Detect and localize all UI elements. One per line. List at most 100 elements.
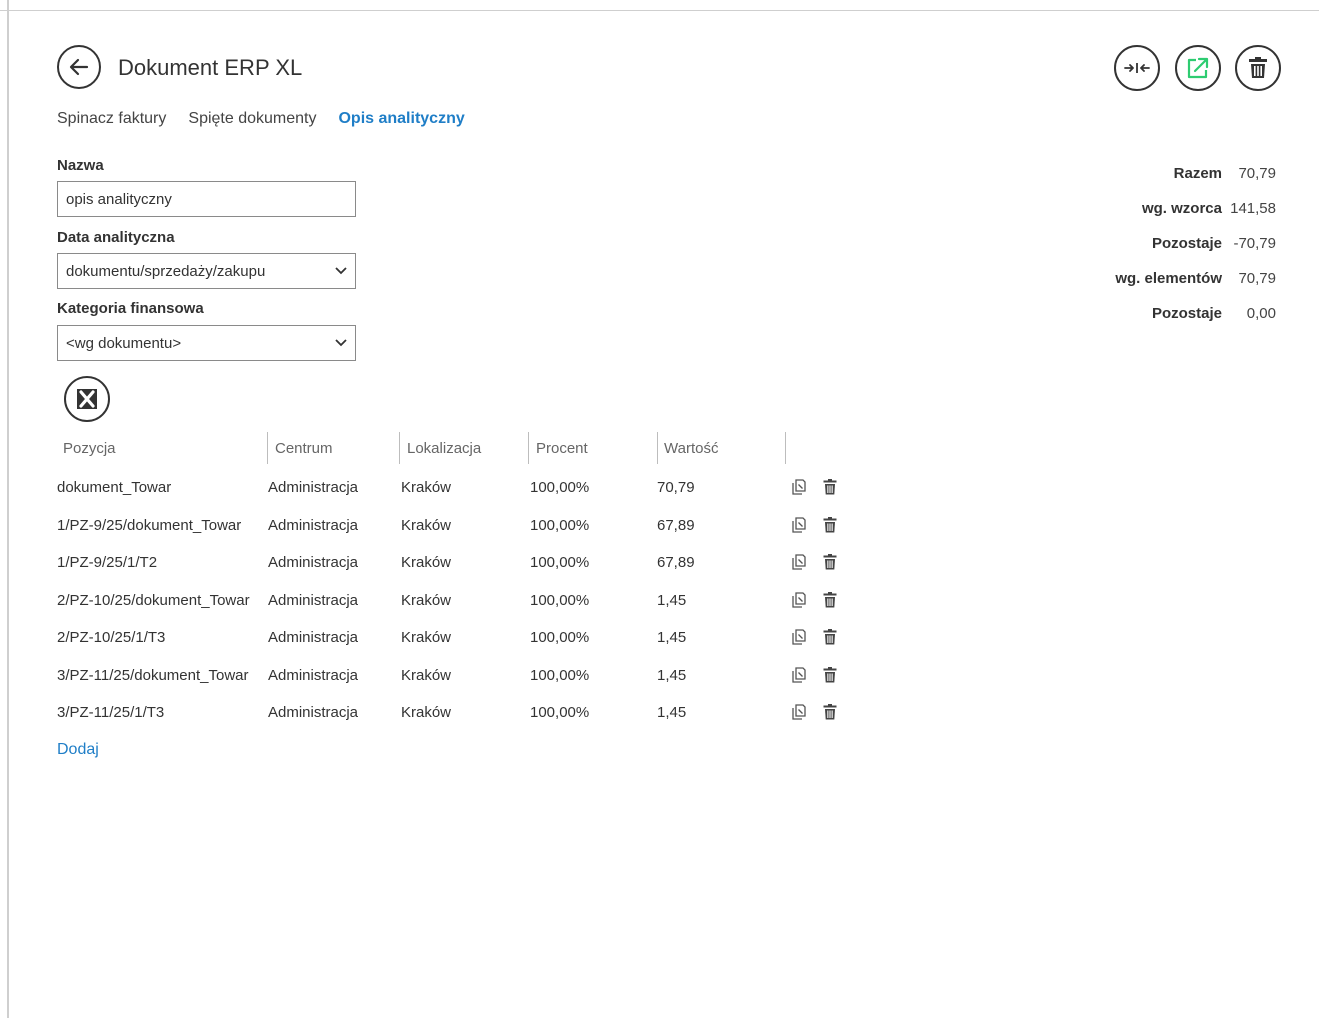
- add-link[interactable]: Dodaj: [57, 741, 99, 759]
- data-analityczna-label: Data analityczna: [57, 229, 175, 246]
- cell-lokalizacja: Kraków: [401, 554, 452, 571]
- trash-icon[interactable]: [823, 629, 839, 645]
- cell-centrum: Administracja: [268, 591, 359, 609]
- excel-export-button[interactable]: [64, 376, 110, 422]
- cell-lokalizacja: Kraków: [401, 704, 452, 721]
- cell-lokalizacja: Kraków: [401, 516, 452, 534]
- summary-label: wg. wzorca: [1141, 200, 1222, 217]
- cell-lokalizacja: Kraków: [401, 629, 452, 646]
- column-header-procent[interactable]: Procent: [536, 432, 588, 464]
- cell-wartosc: 1,45: [657, 666, 687, 684]
- tab-opis-analityczny[interactable]: Opis analityczny: [338, 110, 464, 128]
- window-top-border: [0, 0, 1319, 11]
- kategoria-finansowa-select[interactable]: <wg dokumentu>: [57, 325, 356, 361]
- trash-icon[interactable]: [823, 591, 839, 608]
- cell-pozycja: dokument_Towar: [57, 479, 172, 496]
- trash-icon[interactable]: [823, 479, 839, 495]
- cell-procent: 100,00%: [530, 479, 590, 496]
- summary-label: Pozostaje: [1151, 235, 1222, 252]
- cell-centrum: Administracja: [268, 554, 359, 571]
- cell-lokalizacja: Kraków: [401, 479, 452, 496]
- split-icon: [1124, 63, 1150, 73]
- cell-wartosc: 1,45: [657, 704, 687, 721]
- nazwa-label: Nazwa: [57, 157, 104, 174]
- column-separator[interactable]: [785, 432, 786, 464]
- copy-icon[interactable]: [792, 479, 808, 495]
- split-button[interactable]: [1114, 45, 1160, 91]
- tab-spinacz-faktury[interactable]: Spinacz faktury: [57, 110, 166, 128]
- page-title: Dokument ERP XL: [118, 55, 303, 80]
- chevron-down-icon: [335, 339, 347, 347]
- excel-icon: [77, 389, 97, 409]
- summary-row-pozostaje-wzorca: Pozostaje -70,79: [1115, 226, 1276, 261]
- data-analityczna-select[interactable]: dokumentu/sprzedaży/zakupu: [57, 253, 356, 289]
- trash-icon[interactable]: [823, 516, 839, 533]
- copy-icon[interactable]: [792, 516, 808, 533]
- table-row[interactable]: 3/PZ-11/25/1/T3 Administracja Kraków 100,00…: [0, 694, 900, 731]
- cell-pozycja: 2/PZ-10/25/dokument_Towar: [57, 591, 250, 609]
- column-separator[interactable]: [528, 432, 529, 464]
- copy-icon[interactable]: [792, 704, 808, 720]
- cell-procent: 100,00%: [530, 591, 590, 609]
- copy-icon[interactable]: [792, 591, 808, 608]
- summary-label: Pozostaje: [1151, 305, 1222, 322]
- summary-value: 141,58: [1230, 200, 1276, 217]
- table-header: Pozycja Centrum Lokalizacja Procent Wart…: [0, 432, 900, 464]
- column-header-centrum[interactable]: Centrum: [275, 432, 333, 464]
- cell-wartosc: 1,45: [657, 629, 687, 646]
- summary-label: wg. elementów: [1115, 270, 1222, 287]
- trash-icon[interactable]: [823, 704, 839, 720]
- external-link-icon: [1187, 57, 1209, 79]
- table-row[interactable]: 2/PZ-10/25/1/T3 Administracja Kraków 100,00…: [0, 619, 900, 656]
- cell-pozycja: 1/PZ-9/25/1/T2: [57, 554, 158, 571]
- table-row[interactable]: 1/PZ-9/25/1/T2 Administracja Kraków 100,00%…: [0, 544, 900, 581]
- column-separator[interactable]: [399, 432, 400, 464]
- nazwa-input[interactable]: [57, 181, 356, 217]
- column-header-pozycja[interactable]: Pozycja: [63, 432, 116, 464]
- table-row[interactable]: 3/PZ-11/25/dokument_Towar Administracja Kr…: [0, 657, 900, 694]
- summary-value: 70,79: [1238, 165, 1276, 182]
- kategoria-finansowa-label: Kategoria finansowa: [57, 300, 204, 317]
- copy-icon[interactable]: [792, 666, 808, 683]
- back-button[interactable]: [57, 45, 101, 89]
- summary-value: 70,79: [1238, 270, 1276, 287]
- cell-procent: 100,00%: [530, 629, 590, 646]
- column-header-lokalizacja[interactable]: Lokalizacja: [407, 432, 481, 464]
- cell-procent: 100,00%: [530, 516, 590, 534]
- tab-bar: Spinacz faktury Spięte dokumenty Opis an…: [57, 110, 465, 128]
- tab-spiete-dokumenty[interactable]: Spięte dokumenty: [188, 110, 316, 128]
- cell-wartosc: 67,89: [657, 554, 695, 571]
- trash-icon[interactable]: [823, 554, 839, 570]
- table-row[interactable]: 1/PZ-9/25/dokument_Towar Administracja Kra…: [0, 507, 900, 544]
- summary-row-razem: Razem 70,79: [1115, 156, 1276, 191]
- column-separator[interactable]: [267, 432, 268, 464]
- column-separator[interactable]: [657, 432, 658, 464]
- cell-wartosc: 70,79: [657, 479, 695, 496]
- cell-centrum: Administracja: [268, 516, 359, 534]
- trash-icon: [1249, 57, 1267, 78]
- table-row[interactable]: 2/PZ-10/25/dokument_Towar Administracja Kr…: [0, 582, 900, 619]
- summary-row-pozostaje-elementow: Pozostaje 0,00: [1115, 296, 1276, 331]
- summary-row-wg-elementow: wg. elementów 70,79: [1115, 261, 1276, 296]
- arrow-left-icon: [69, 58, 89, 76]
- cell-pozycja: 2/PZ-10/25/1/T3: [57, 629, 166, 646]
- cell-pozycja: 3/PZ-11/25/1/T3: [57, 704, 165, 721]
- open-external-button[interactable]: [1175, 45, 1221, 91]
- table-row[interactable]: dokument_Towar Administracja Kraków 100,00%…: [0, 469, 900, 506]
- cell-wartosc: 1,45: [657, 591, 687, 609]
- trash-icon[interactable]: [823, 666, 839, 683]
- data-analityczna-value: dokumentu/sprzedaży/zakupu: [66, 262, 266, 280]
- cell-wartosc: 67,89: [657, 516, 695, 534]
- cell-centrum: Administracja: [268, 666, 359, 684]
- cell-centrum: Administracja: [268, 704, 359, 721]
- cell-lokalizacja: Kraków: [401, 591, 452, 609]
- summary-value: -70,79: [1233, 235, 1276, 252]
- column-header-wartosc[interactable]: Wartość: [664, 432, 718, 464]
- delete-document-button[interactable]: [1235, 45, 1281, 91]
- copy-icon[interactable]: [792, 554, 808, 570]
- summary-row-wg-wzorca: wg. wzorca 141,58: [1115, 191, 1276, 226]
- cell-lokalizacja: Kraków: [401, 666, 452, 684]
- kategoria-finansowa-value: <wg dokumentu>: [66, 334, 182, 352]
- cell-procent: 100,00%: [530, 704, 590, 721]
- copy-icon[interactable]: [792, 629, 808, 645]
